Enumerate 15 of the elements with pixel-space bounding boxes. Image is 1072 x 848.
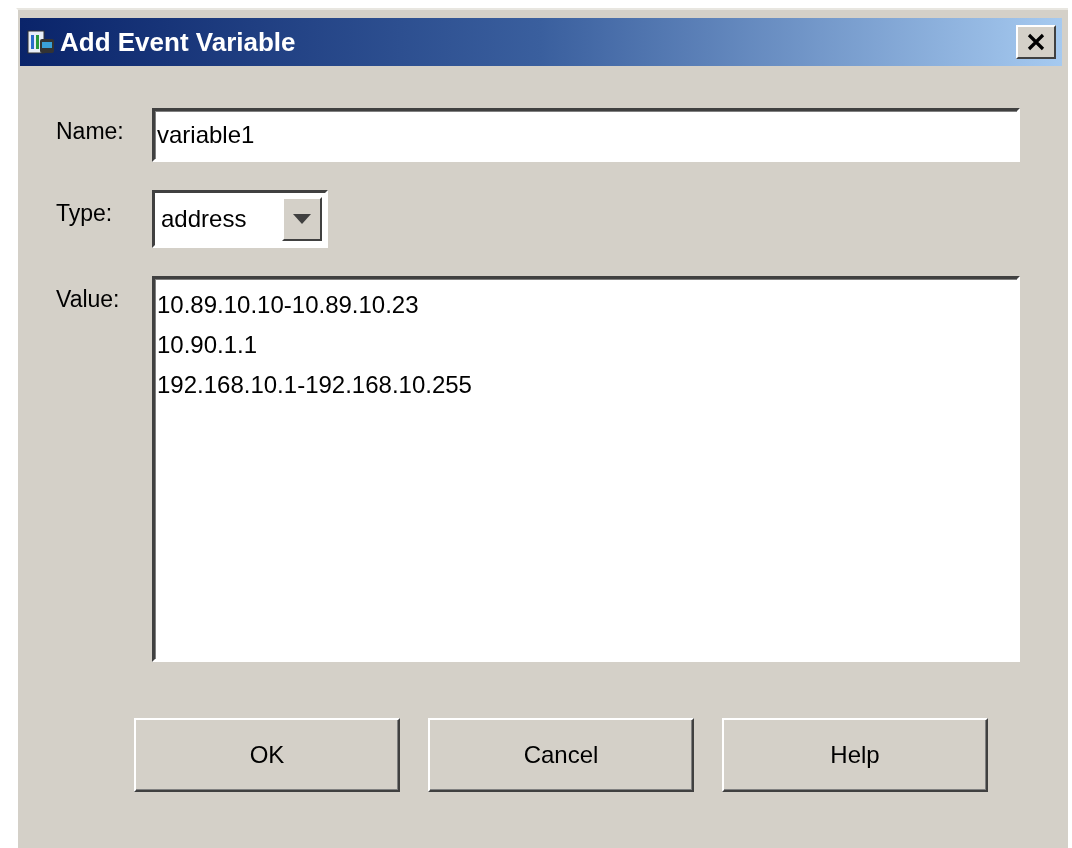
type-dropdown[interactable]: address xyxy=(152,190,328,248)
field-label: Type: xyxy=(56,199,114,227)
close-button[interactable] xyxy=(1016,25,1056,59)
dialog-button[interactable]: OK xyxy=(134,718,400,792)
dialog-button[interactable]: Cancel xyxy=(428,718,694,792)
caret-icon xyxy=(292,213,312,225)
dialog-button[interactable]: Help xyxy=(722,718,988,792)
dropdown-button[interactable] xyxy=(282,197,322,241)
field-label: Value: xyxy=(56,285,121,313)
window-title: Add Event Variable xyxy=(60,26,297,58)
close-icon xyxy=(1026,33,1046,51)
value-field[interactable]: 10.89.10.10-10.89.10.23 10.90.1.1 192.168.10.1-192.168.10.255 xyxy=(152,276,1020,662)
name-field[interactable]: variable1 xyxy=(152,108,1020,162)
app-icon xyxy=(26,27,56,57)
field-label: Name: xyxy=(56,117,125,145)
